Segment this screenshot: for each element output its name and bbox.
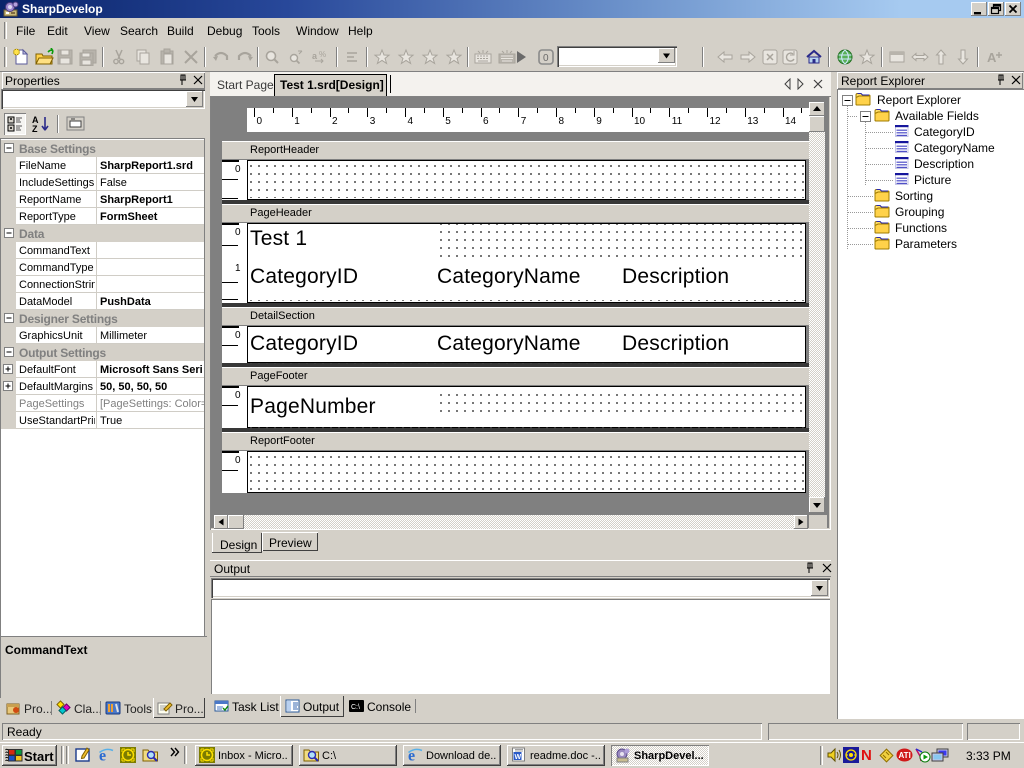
svg-text:%: % [319, 50, 326, 59]
svg-text:N: N [861, 747, 872, 762]
svg-text:W: W [515, 754, 522, 761]
svg-text:Z: Z [32, 124, 38, 134]
svg-text:ATI: ATI [899, 751, 911, 760]
svg-text:0: 0 [543, 53, 549, 64]
svg-text:A: A [987, 50, 997, 65]
svg-text:C:\: C:\ [351, 704, 360, 711]
svg-text:a: a [312, 51, 318, 61]
